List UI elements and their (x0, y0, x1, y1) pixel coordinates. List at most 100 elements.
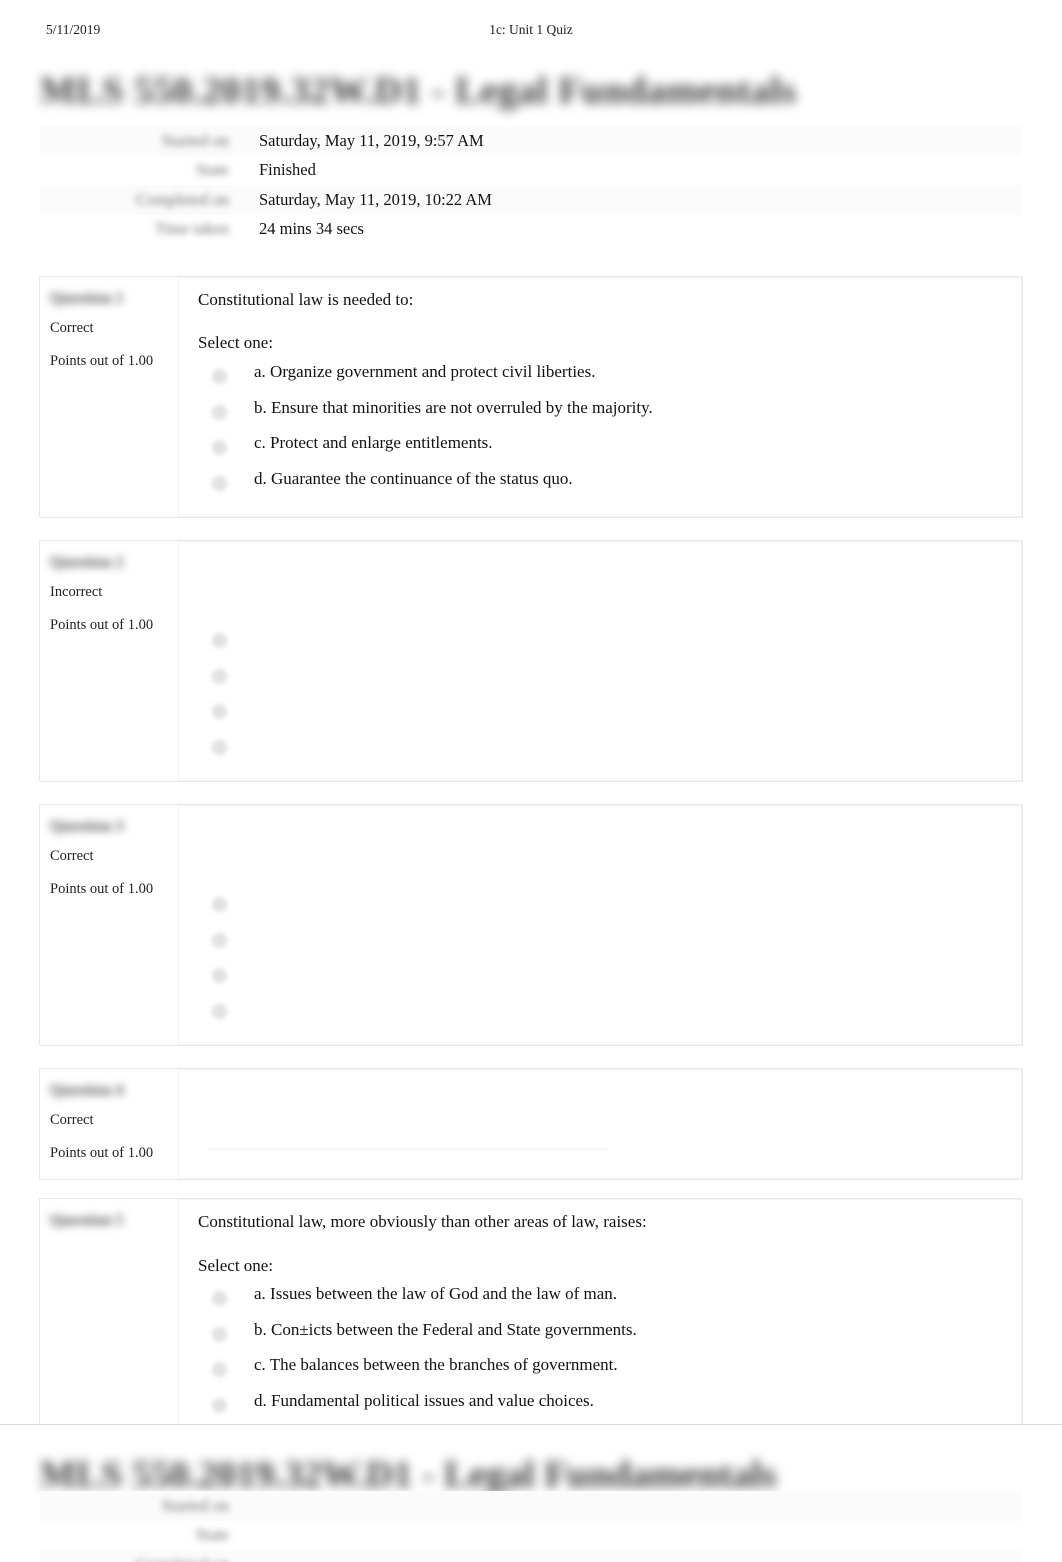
question-points-1: Points out of 1.00 (50, 352, 154, 369)
radio-button-icon[interactable] (213, 1398, 226, 1412)
answer-list-1: a. Organize government and protect civil… (198, 361, 1012, 503)
summary-value-cell (243, 1550, 1022, 1562)
radio-button-icon[interactable] (213, 1327, 226, 1341)
question-block-2: Question 2 Incorrect Points out of 1.00 (40, 541, 1022, 781)
answer-label: d. Fundamental political issues and valu… (254, 1390, 594, 1410)
radio-button-icon[interactable] (213, 705, 226, 718)
summary-label: Time taken (154, 219, 229, 239)
page-title-text: MLS 550.2019.32W.D1 - Legal Fundamentals (40, 70, 797, 113)
summary-value-cell: 24 mins 34 secs (259, 219, 364, 239)
answer-option[interactable]: a. Organize government and protect civil… (198, 361, 1012, 397)
question-number-2: Question 2 (50, 554, 124, 571)
answer-option[interactable]: b. Con±icts between the Federal and Stat… (198, 1319, 1012, 1355)
radio-button-icon[interactable] (213, 933, 226, 947)
answer-label: a. Issues between the law of God and the… (254, 1284, 618, 1303)
answer-option[interactable]: c. The balances between the branches of … (198, 1354, 1012, 1390)
answer-option[interactable]: d. Guarantee the continuance of the stat… (198, 468, 1012, 504)
question-text-1: Constitutional law is needed to: (198, 290, 414, 309)
answer-option[interactable]: a. Issues between the law of God and the… (198, 1283, 1012, 1319)
question-number-3: Question 3 (50, 818, 124, 835)
answer-label: a. Organize government and protect civil… (254, 362, 596, 381)
attempt-summary-table: Started on Saturday, May 11, 2019, 9:57 … (40, 126, 1022, 244)
question-points-3: Points out of 1.00 (50, 880, 154, 897)
print-header: 5/11/2019 1c: Unit 1 Quiz (0, 22, 1062, 44)
summary-label-cell: Completed on (40, 1550, 243, 1562)
summary-label-cell: Started on (40, 126, 243, 156)
answer-option[interactable] (198, 625, 1012, 661)
page-two-section: MLS 550.2019.32W.D1 - Legal Fundamentals… (0, 1424, 1062, 1562)
question-block-1: Question 1 Correct Points out of 1.00 Co… (40, 277, 1022, 517)
page-two-summary-table: Started on State Completed on (40, 1491, 1022, 1562)
answer-option[interactable] (198, 996, 1012, 1032)
select-one-label-1: Select one: (198, 333, 274, 352)
table-row: Started on Saturday, May 11, 2019, 9:57 … (40, 126, 1022, 156)
question-points-2: Points out of 1.00 (50, 616, 154, 633)
answer-option[interactable] (198, 661, 1012, 697)
summary-label-cell: State (40, 156, 243, 186)
question-info-4: Question 4 Correct Points out of 1.00 (40, 1069, 178, 1160)
summary-label: Started on (161, 130, 229, 150)
answer-option[interactable] (198, 925, 1012, 961)
question-body-2 (178, 541, 1022, 781)
answer-option[interactable]: c. Protect and enlarge entitlements. (198, 432, 1012, 468)
answer-input-line-4[interactable] (208, 1148, 608, 1149)
print-header-title: 1c: Unit 1 Quiz (489, 22, 573, 37)
question-state-4: Correct (50, 1112, 94, 1128)
table-row: Time taken 24 mins 34 secs (40, 214, 1022, 245)
summary-value-cell: Saturday, May 11, 2019, 10:22 AM (259, 189, 492, 209)
table-row: State (40, 1520, 1022, 1550)
question-body-3 (178, 805, 1022, 1045)
summary-label: Completed on (135, 189, 229, 209)
summary-label-cell: Started on (161, 1495, 229, 1515)
radio-button-icon[interactable] (213, 1363, 226, 1376)
summary-value-cell: Finished (259, 160, 316, 180)
radio-button-icon[interactable] (213, 898, 226, 911)
question-block-4: Question 4 Correct Points out of 1.00 (40, 1069, 1022, 1179)
answer-label: b. Ensure that minorities are not overru… (254, 397, 653, 417)
radio-button-icon[interactable] (213, 370, 226, 383)
question-text-5: Constitutional law, more obviously than … (198, 1212, 647, 1231)
question-state-1: Correct (50, 320, 94, 336)
question-state-2: Incorrect (50, 584, 103, 600)
select-one-label-5: Select one: (198, 1256, 274, 1275)
answer-option[interactable]: b. Ensure that minorities are not overru… (198, 397, 1012, 433)
question-block-3: Question 3 Correct Points out of 1.00 (40, 805, 1022, 1045)
radio-button-icon[interactable] (213, 969, 226, 982)
answer-list-3 (198, 889, 1012, 1031)
answer-option[interactable]: d. Fundamental political issues and valu… (198, 1390, 1012, 1426)
question-number-5: Question 5 (50, 1212, 124, 1229)
question-points-4: Points out of 1.00 (50, 1144, 154, 1161)
question-body-4 (178, 1069, 1022, 1179)
summary-label-cell: Time taken (40, 215, 243, 245)
answer-option[interactable] (198, 960, 1012, 996)
question-body-5: Constitutional law, more obviously than … (178, 1199, 1022, 1425)
answer-list-5: a. Issues between the law of God and the… (198, 1283, 1012, 1425)
radio-button-icon[interactable] (213, 405, 226, 419)
question-block-5: Question 5 Constitutional law, more obvi… (40, 1199, 1022, 1425)
radio-button-icon[interactable] (213, 1004, 226, 1018)
table-row: Completed on (40, 1550, 1022, 1562)
radio-button-icon[interactable] (213, 634, 226, 647)
radio-button-icon[interactable] (213, 441, 226, 454)
question-state-3: Correct (50, 848, 94, 864)
question-info-3: Question 3 Correct Points out of 1.00 (40, 805, 178, 896)
question-info-5: Question 5 (40, 1199, 178, 1251)
answer-label: b. Con±icts between the Federal and Stat… (254, 1319, 637, 1339)
question-body-1: Constitutional law is needed to: Select … (178, 277, 1022, 517)
question-info-1: Question 1 Correct Points out of 1.00 (40, 277, 178, 368)
answer-option[interactable] (198, 732, 1012, 768)
answer-label: c. Protect and enlarge entitlements. (254, 433, 493, 452)
answer-option[interactable] (198, 889, 1012, 925)
answer-label: d. Guarantee the continuance of the stat… (254, 468, 573, 488)
summary-label-cell: State (196, 1525, 229, 1545)
radio-button-icon[interactable] (213, 476, 226, 490)
table-row: Started on (40, 1491, 1022, 1521)
radio-button-icon[interactable] (213, 740, 226, 754)
radio-button-icon[interactable] (213, 669, 226, 683)
table-row: State Finished (40, 155, 1022, 186)
summary-value-cell: Saturday, May 11, 2019, 9:57 AM (259, 130, 484, 150)
page-title: MLS 550.2019.32W.D1 - Legal Fundamentals (40, 72, 797, 112)
question-number-4: Question 4 (50, 1082, 124, 1099)
radio-button-icon[interactable] (213, 1292, 226, 1305)
answer-option[interactable] (198, 696, 1012, 732)
